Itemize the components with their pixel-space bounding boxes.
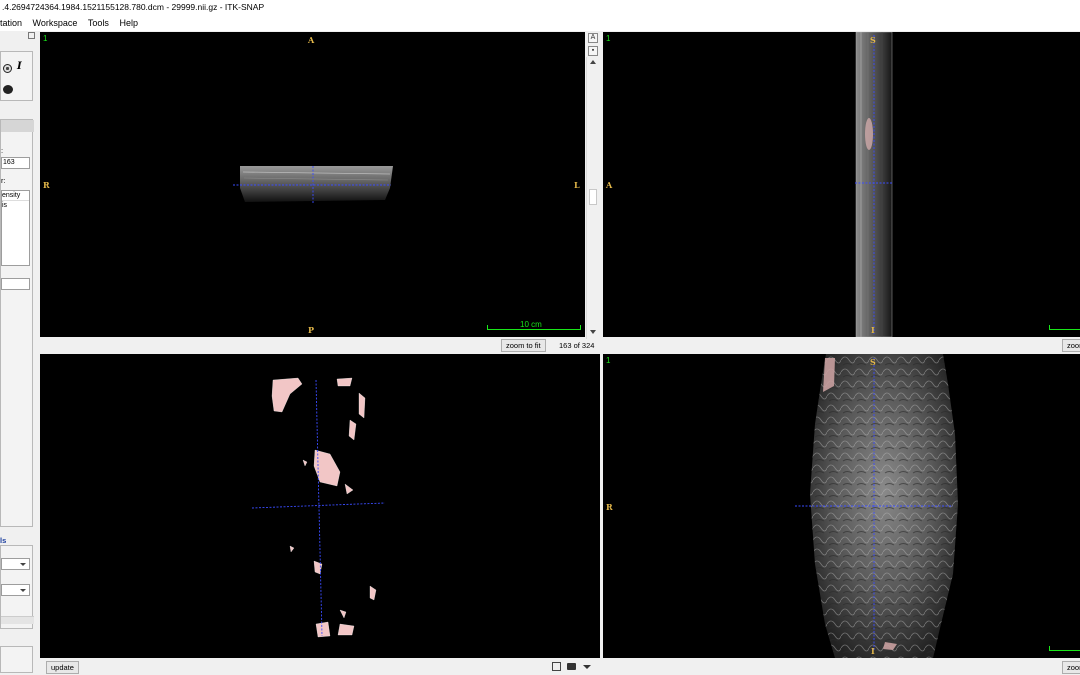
window-title: .4.2694724364.1984.1521155128.780.dcm - … bbox=[0, 0, 1080, 15]
inferior-label: I bbox=[871, 646, 875, 656]
camera-icon[interactable] bbox=[567, 663, 576, 670]
sagittal-image bbox=[855, 32, 893, 337]
list-item[interactable]: is bbox=[2, 201, 29, 210]
paint-palette-icon[interactable] bbox=[3, 85, 13, 94]
render-3d-view[interactable] bbox=[40, 354, 600, 658]
axial-view[interactable]: 1 A P R L 10 cm bbox=[40, 32, 585, 337]
list-item[interactable]: ensity bbox=[2, 191, 29, 201]
render-options-icon[interactable] bbox=[552, 662, 561, 671]
slice-index-field[interactable]: 163 bbox=[1, 157, 30, 169]
axial-image bbox=[233, 166, 393, 204]
reset-view-icon[interactable]: A bbox=[588, 33, 598, 43]
coronal-view[interactable]: 1 S I R bbox=[603, 354, 1080, 658]
segmentation-labels-panel: : 163 r: ensity is bbox=[0, 119, 34, 527]
menu-help[interactable]: Help bbox=[119, 15, 138, 31]
zoom-to-fit-button[interactable]: zoom to fit bbox=[501, 339, 546, 352]
segmentation-3d-render bbox=[251, 377, 386, 638]
update-button[interactable]: update bbox=[46, 661, 79, 674]
scale-bar bbox=[487, 325, 581, 330]
menu-annotation[interactable]: tation bbox=[0, 15, 22, 31]
view-index: 1 bbox=[606, 34, 611, 43]
scroll-up-icon[interactable] bbox=[590, 60, 596, 64]
list-label: r: bbox=[1, 176, 6, 185]
view-index: 1 bbox=[606, 356, 611, 365]
view-index: 1 bbox=[43, 34, 48, 43]
active-label-combo[interactable] bbox=[1, 558, 30, 570]
toolbox: I bbox=[0, 51, 33, 101]
chevron-down-icon[interactable] bbox=[583, 665, 591, 669]
layer-list[interactable]: ensity is bbox=[1, 190, 30, 266]
superior-label: S bbox=[870, 35, 876, 45]
zoom-to-fit-button[interactable]: zoom bbox=[1062, 661, 1080, 674]
scroll-down-icon[interactable] bbox=[590, 330, 596, 334]
right-label: R bbox=[43, 180, 50, 190]
section-label: ls bbox=[0, 536, 7, 545]
right-label: R bbox=[606, 502, 613, 512]
annotation-tool-icon[interactable]: I bbox=[17, 61, 29, 73]
paint-over-combo[interactable] bbox=[1, 584, 30, 596]
superior-label: S bbox=[870, 357, 876, 367]
menu-tools[interactable]: Tools bbox=[88, 15, 109, 31]
sagittal-view[interactable]: 1 S I A bbox=[603, 32, 1080, 337]
slice-scrollbar[interactable] bbox=[586, 57, 598, 339]
scale-bar bbox=[1049, 325, 1080, 330]
field-label: : bbox=[1, 146, 4, 155]
left-label: L bbox=[574, 180, 580, 190]
snake-tool-icon[interactable] bbox=[3, 64, 12, 73]
camera-icon[interactable]: ▪ bbox=[588, 46, 598, 56]
scale-bar bbox=[1049, 646, 1080, 651]
posterior-label: P bbox=[308, 325, 315, 335]
menu-bar: tation Workspace Tools Help bbox=[0, 15, 1080, 31]
zoom-to-fit-button[interactable]: zoom bbox=[1062, 339, 1080, 352]
panel-collapse-icon[interactable] bbox=[28, 32, 35, 39]
anterior-label: A bbox=[606, 180, 613, 190]
label-selector-panel bbox=[0, 545, 34, 629]
scroll-thumb[interactable] bbox=[589, 189, 597, 205]
bottom-panel bbox=[0, 646, 33, 673]
menu-workspace[interactable]: Workspace bbox=[33, 15, 78, 31]
scale-label: 10 cm bbox=[520, 320, 542, 329]
text-field[interactable] bbox=[1, 278, 30, 290]
coronal-image bbox=[795, 354, 958, 658]
anterior-label: A bbox=[308, 35, 315, 45]
inferior-label: I bbox=[871, 325, 875, 335]
slice-counter: 163 of 324 bbox=[559, 341, 595, 350]
tool-panel: I : 163 r: ensity is ls bbox=[0, 31, 36, 675]
